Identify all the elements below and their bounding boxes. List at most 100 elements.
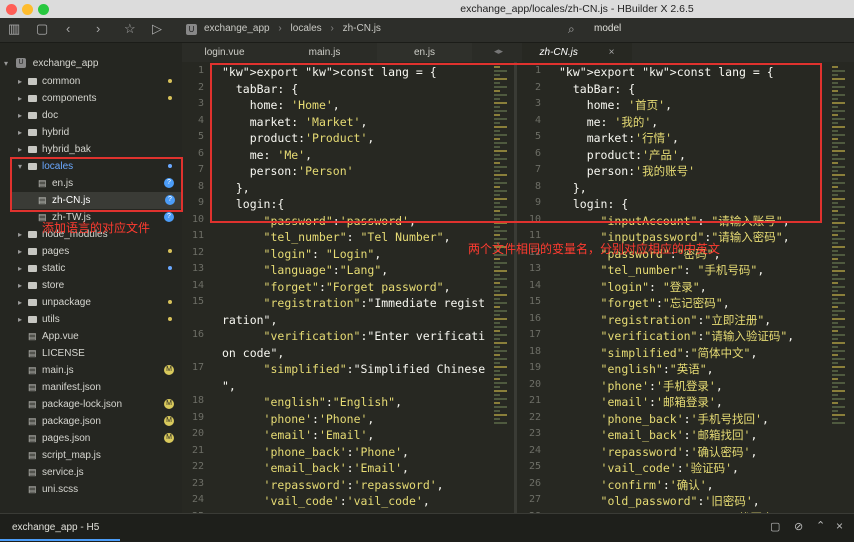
code-line[interactable]: "verification":"Enter verificati	[222, 328, 486, 345]
code-line[interactable]: "login": "登录",	[559, 279, 707, 296]
code-line[interactable]: 'repassword':'repassword',	[222, 477, 444, 494]
project-run-label[interactable]: exchange_app - H5	[12, 522, 99, 533]
code-line[interactable]: 'confirm':'确认',	[559, 477, 714, 494]
close-tab-icon[interactable]: ×	[609, 47, 615, 58]
breadcrumb-item[interactable]: locales	[291, 23, 322, 34]
sidebar-item[interactable]: ▤ LICENSE	[18, 345, 182, 362]
chevron-right-icon[interactable]: ▸	[18, 294, 28, 311]
minimap-line	[832, 394, 838, 396]
chevron-right-icon[interactable]: ▸	[18, 277, 28, 294]
tab-main-js[interactable]: main.js	[282, 43, 367, 62]
sidebar-item[interactable]: ▤ pages.json M	[18, 430, 182, 447]
right-minimap[interactable]	[830, 62, 852, 513]
sidebar-item[interactable]: ▤ package-lock.json M	[18, 396, 182, 413]
code-line[interactable]: 'phone':'Phone',	[222, 411, 375, 428]
folder-icon	[28, 129, 37, 136]
code-line[interactable]: "registration":"立即注册",	[559, 312, 772, 329]
sidebar-item[interactable]: ▸ unpackage	[18, 294, 182, 311]
code-line[interactable]: 'vail_code':'验证码',	[559, 460, 739, 477]
split-arrows-icon[interactable]: ◂▸	[494, 46, 503, 57]
minimap-line	[832, 98, 838, 100]
code-line[interactable]: on code",	[222, 345, 284, 362]
code-line[interactable]: "simplified":"简体中文",	[559, 345, 758, 362]
sidebar-item[interactable]: ▸ components	[18, 90, 182, 107]
sidebar-item[interactable]: ▤ package.json M	[18, 413, 182, 430]
sidebar-item[interactable]: ▤ manifest.json	[18, 379, 182, 396]
tab-en-js[interactable]: en.js	[377, 43, 472, 62]
code-line[interactable]: 'email':'邮箱登录',	[559, 394, 723, 411]
search-input[interactable]: model	[594, 23, 621, 34]
code-line[interactable]: ration",	[222, 312, 277, 329]
code-line[interactable]: "simplified":"Simplified Chinese	[222, 361, 486, 378]
minimap-line	[832, 86, 845, 88]
forward-icon[interactable]: ›	[96, 21, 100, 36]
code-line[interactable]: ",	[222, 378, 236, 395]
sidebar-item[interactable]: ▤ script_map.js	[18, 447, 182, 464]
code-line[interactable]: 'email_back':'邮箱找回',	[559, 427, 758, 444]
minimap-line	[494, 386, 500, 388]
sidebar-item[interactable]: ▸ common	[18, 73, 182, 90]
code-line[interactable]: "english":"English",	[222, 394, 403, 411]
breadcrumb-item[interactable]: zh-CN.js	[343, 23, 381, 34]
chevron-down-icon[interactable]: ▾	[4, 55, 14, 72]
sidebar-item[interactable]: ▤ uni.scss	[18, 481, 182, 498]
tab-login-vue[interactable]: login.vue	[182, 43, 267, 62]
run-icon[interactable]: ▷	[152, 21, 162, 37]
sidebar-item[interactable]: ▸ static	[18, 260, 182, 277]
breadcrumb-item[interactable]: exchange_app	[204, 23, 270, 34]
sidebar-item[interactable]: ▸ utils	[18, 311, 182, 328]
tab-zh-cn-js[interactable]: zh-CN.js ×	[522, 43, 632, 62]
code-line[interactable]: "forget":"忘记密码",	[559, 295, 730, 312]
chevron-right-icon[interactable]: ▸	[18, 311, 28, 328]
sidebar-toggle-icon[interactable]: ▥	[8, 21, 20, 37]
code-line[interactable]: 'phone_back':'Phone',	[222, 444, 409, 461]
code-line[interactable]: 'phone_back':'手机号找回',	[559, 411, 769, 428]
back-icon[interactable]: ‹	[66, 21, 70, 36]
chevron-right-icon[interactable]: ▸	[18, 260, 28, 277]
sidebar-item[interactable]: ▸ pages	[18, 243, 182, 260]
code-line[interactable]: "tel_number": "手机号码",	[559, 262, 765, 279]
sidebar-item[interactable]: ▸ doc	[18, 107, 182, 124]
code-line[interactable]: "login": "Login",	[222, 246, 382, 263]
chevron-right-icon[interactable]: ▸	[18, 141, 28, 158]
chevron-right-icon[interactable]: ▸	[18, 226, 28, 243]
sidebar-item[interactable]: ▸ store	[18, 277, 182, 294]
sidebar-item[interactable]: ▤ main.js M	[18, 362, 182, 379]
code-line[interactable]: "english":"英语",	[559, 361, 714, 378]
project-root[interactable]: ▾ U exchange_app	[4, 55, 98, 72]
collapse-panel-icon[interactable]: ⌃	[816, 519, 825, 532]
chevron-right-icon[interactable]: ▸	[18, 124, 28, 141]
code-line[interactable]: "tel_number": "Tel Number",	[222, 229, 451, 246]
chevron-right-icon[interactable]: ▸	[18, 243, 28, 260]
open-file-icon[interactable]: ▢	[36, 21, 48, 37]
breadcrumb[interactable]: exchange_app › locales › zh-CN.js	[204, 23, 381, 34]
sidebar-item[interactable]: ▸ hybrid_bak	[18, 141, 182, 158]
maximize-panel-icon[interactable]: ▢	[770, 520, 780, 533]
sidebar-item[interactable]: ▤ service.js	[18, 464, 182, 481]
sidebar-item[interactable]: ▤ App.vue	[18, 328, 182, 345]
line-number: 13	[191, 263, 204, 274]
code-line[interactable]: 'vail_code':'vail_code',	[222, 493, 430, 510]
sidebar-item[interactable]: ▸ hybrid	[18, 124, 182, 141]
code-line[interactable]: "forget":"Forget password",	[222, 279, 451, 296]
line-number: 24	[528, 444, 541, 456]
code-line[interactable]: "old_password":'旧密码',	[559, 493, 760, 510]
modified-badge: M	[164, 433, 174, 443]
minimap-line	[832, 282, 838, 284]
clear-console-icon[interactable]: ⊘	[794, 520, 803, 533]
code-line[interactable]: 'email':'Email',	[222, 427, 375, 444]
code-line[interactable]: 'email_back':'Email',	[222, 460, 409, 477]
code-line[interactable]: "registration":"Immediate regist	[222, 295, 486, 312]
chevron-right-icon[interactable]: ▸	[18, 73, 28, 90]
modified-badge: M	[164, 416, 174, 426]
code-line[interactable]: "verification":"请输入验证码",	[559, 328, 795, 345]
chevron-right-icon[interactable]: ▸	[18, 90, 28, 107]
chevron-right-icon[interactable]: ▸	[18, 107, 28, 124]
code-line[interactable]: 'repassword':'确认密码',	[559, 444, 758, 461]
code-line[interactable]: 'phone':'手机登录',	[559, 378, 723, 395]
close-panel-icon[interactable]: ×	[836, 519, 843, 533]
search-icon[interactable]: ⌕	[568, 22, 575, 37]
code-line[interactable]: "language":"Lang",	[222, 262, 389, 279]
bookmark-star-icon[interactable]: ☆	[124, 21, 136, 37]
file-icon: ▤	[28, 365, 37, 375]
